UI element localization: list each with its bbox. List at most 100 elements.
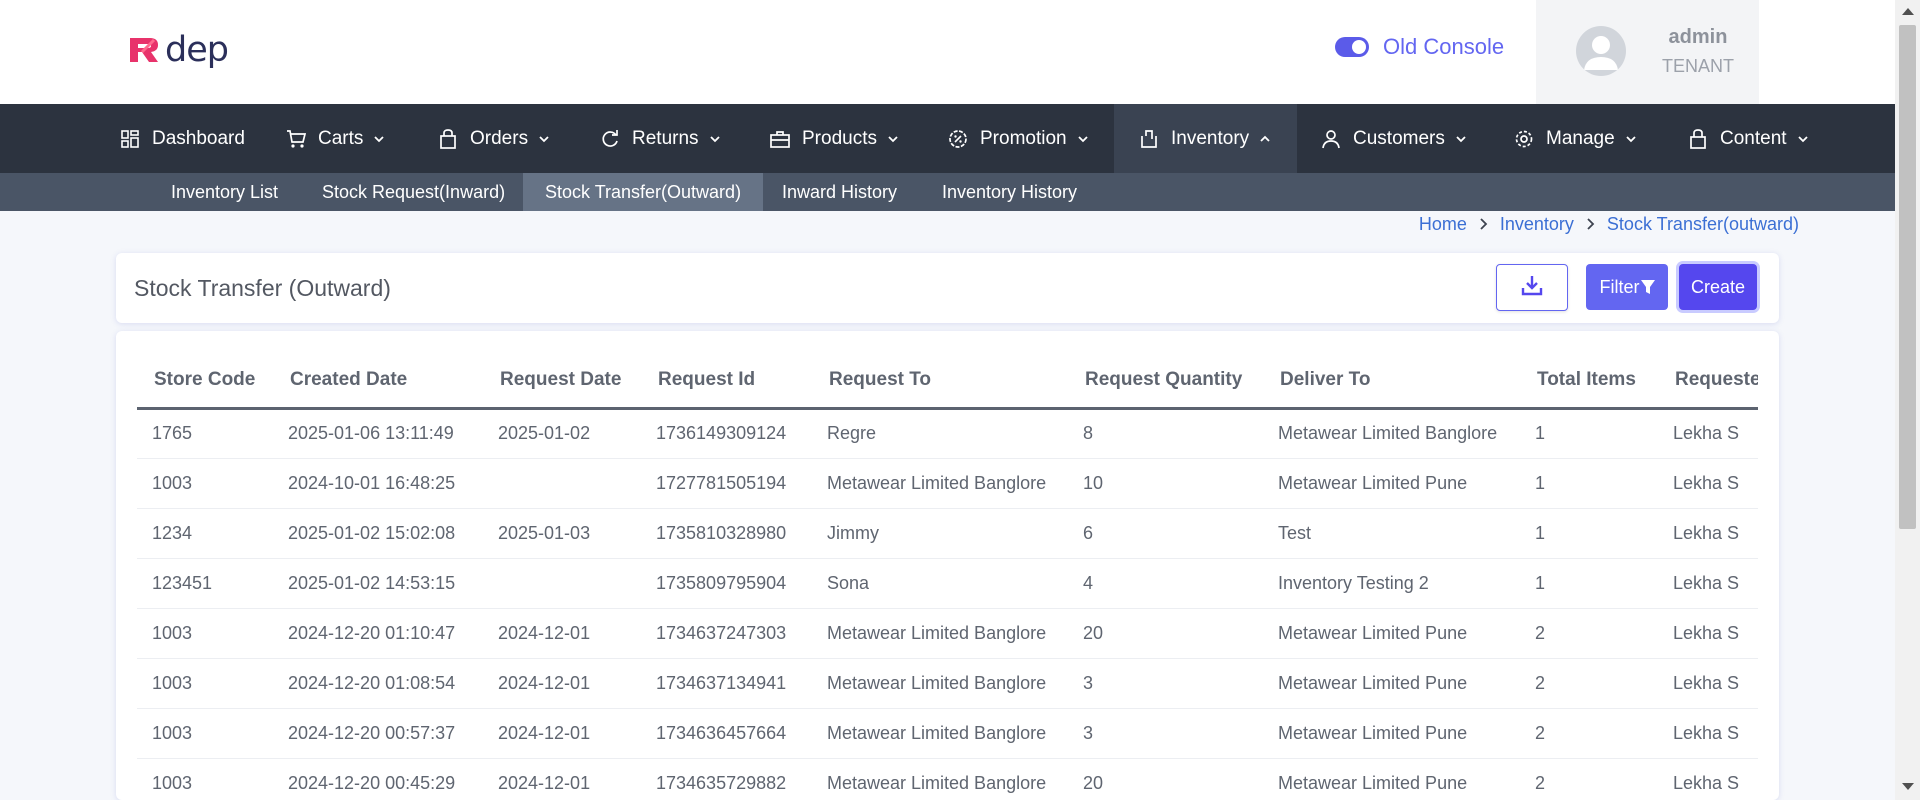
- scroll-thumb[interactable]: [1899, 25, 1916, 529]
- column-header[interactable]: Total Items: [1520, 331, 1658, 410]
- table-cell: Lekha S: [1658, 608, 1758, 659]
- old-console-toggle[interactable]: Old Console: [1335, 34, 1504, 60]
- badge-percent-icon: [948, 129, 968, 149]
- brand-logo[interactable]: dep: [128, 30, 229, 70]
- table-row[interactable]: 1003 2024-12-20 01:08:54 2024-12-01 1734637…: [137, 658, 1758, 709]
- nav-item-customers[interactable]: Customers: [1321, 104, 1467, 173]
- stock-transfer-table-card: Store Code Created Date Request Date Reques…: [116, 331, 1779, 800]
- user-menu[interactable]: admin TENANT: [1536, 0, 1759, 104]
- subnav-item-stock-request[interactable]: Stock Request(Inward): [300, 173, 527, 211]
- table-row[interactable]: 1003 2024-12-20 01:10:47 2024-12-01 1734637…: [137, 608, 1758, 659]
- table-cell: Lekha S: [1658, 508, 1758, 559]
- nav-item-dashboard[interactable]: Dashboard: [120, 104, 245, 173]
- chevron-down-icon: [1797, 133, 1809, 145]
- nav-item-carts[interactable]: Carts: [286, 104, 385, 173]
- nav-item-inventory[interactable]: Inventory: [1114, 104, 1297, 173]
- table-cell: Metawear Limited Banglore: [812, 758, 1068, 800]
- nav-item-manage[interactable]: Manage: [1514, 104, 1637, 173]
- column-header[interactable]: Deliver To: [1263, 331, 1520, 410]
- breadcrumb-home[interactable]: Home: [1419, 214, 1467, 235]
- column-header[interactable]: Request Date: [483, 331, 641, 410]
- table-cell: Inventory Testing 2: [1263, 558, 1520, 609]
- chevron-down-icon: [1077, 133, 1089, 145]
- page-header-card: Stock Transfer (Outward) Filter Create: [116, 253, 1779, 323]
- nav-item-returns[interactable]: Returns: [600, 104, 721, 173]
- table-cell: 1003: [137, 608, 273, 659]
- scroll-down-icon[interactable]: [1902, 783, 1914, 790]
- breadcrumb-current[interactable]: Stock Transfer(outward): [1607, 214, 1799, 235]
- nav-item-content[interactable]: Content: [1688, 104, 1809, 173]
- table-cell: 4: [1068, 558, 1263, 609]
- toggle-switch[interactable]: [1335, 37, 1369, 57]
- table-cell: 2: [1520, 758, 1658, 800]
- table-cell: Metawear Limited Banglore: [812, 608, 1068, 659]
- table-cell: 1734637134941: [641, 658, 812, 709]
- table-cell: 1: [1520, 408, 1658, 459]
- dashboard-icon: [120, 129, 140, 149]
- table-cell: 1003: [137, 758, 273, 800]
- table-cell: 2024-12-01: [483, 608, 641, 659]
- table-row[interactable]: 1234 2025-01-02 15:02:08 2025-01-03 1735810…: [137, 508, 1758, 559]
- refresh-icon: [600, 129, 620, 149]
- page-scrollbar[interactable]: [1895, 0, 1920, 800]
- table-row[interactable]: 123451 2025-01-02 14:53:15 1735809795904 So…: [137, 558, 1758, 609]
- create-button[interactable]: Create: [1679, 264, 1757, 310]
- table-cell: 2024-12-01: [483, 758, 641, 800]
- subnav-item-stock-transfer[interactable]: Stock Transfer(Outward): [523, 173, 764, 211]
- nav-label-returns: Returns: [632, 127, 699, 149]
- stock-transfer-table: Store Code Created Date Request Date Reques…: [137, 331, 1758, 800]
- table-row[interactable]: 1003 2024-10-01 16:48:25 1727781505194 Meta…: [137, 458, 1758, 509]
- scroll-up-icon[interactable]: [1902, 8, 1914, 15]
- table-cell: 2024-12-01: [483, 658, 641, 709]
- table-cell: 20: [1068, 608, 1263, 659]
- bag-icon: [438, 128, 458, 149]
- table-row[interactable]: 1765 2025-01-06 13:11:49 2025-01-02 1736149…: [137, 408, 1758, 459]
- table-cell: 2025-01-02: [483, 408, 641, 459]
- subnav-item-inventory-list[interactable]: Inventory List: [149, 173, 300, 211]
- table-cell: 1735809795904: [641, 558, 812, 609]
- chevron-right-icon: [1479, 217, 1488, 233]
- table-cell: 1735810328980: [641, 508, 812, 559]
- filter-button[interactable]: Filter: [1586, 264, 1668, 310]
- table-cell: 1003: [137, 658, 273, 709]
- column-header[interactable]: Request Quantity: [1068, 331, 1263, 410]
- nav-item-orders[interactable]: Orders: [438, 104, 550, 173]
- table-cell: Lekha S: [1658, 758, 1758, 800]
- table-header-row: Store Code Created Date Request Date Reques…: [137, 331, 1758, 410]
- table-row[interactable]: 1003 2024-12-20 00:45:29 2024-12-01 1734635…: [137, 758, 1758, 800]
- table-cell: 2: [1520, 708, 1658, 759]
- box-icon: [1139, 129, 1159, 149]
- table-cell: 1: [1520, 508, 1658, 559]
- table-cell: 1734635729882: [641, 758, 812, 800]
- table-cell: 1734637247303: [641, 608, 812, 659]
- nav-label-products: Products: [802, 127, 877, 149]
- breadcrumb-inventory[interactable]: Inventory: [1500, 214, 1574, 235]
- subnav-item-inventory-history[interactable]: Inventory History: [920, 173, 1099, 211]
- chevron-down-icon: [538, 133, 550, 145]
- nav-label-orders: Orders: [470, 127, 529, 149]
- nav-label-content: Content: [1720, 127, 1787, 149]
- subnav-item-inward-history[interactable]: Inward History: [760, 173, 919, 211]
- column-header[interactable]: Created Date: [273, 331, 483, 410]
- download-button[interactable]: [1496, 264, 1568, 311]
- nav-item-promotion[interactable]: Promotion: [948, 104, 1089, 173]
- table-cell: 1234: [137, 508, 273, 559]
- table-cell: Test: [1263, 508, 1520, 559]
- chevron-down-icon: [887, 133, 899, 145]
- table-cell: Lekha S: [1658, 558, 1758, 609]
- page-title: Stock Transfer (Outward): [134, 275, 391, 301]
- column-header[interactable]: Request To: [812, 331, 1068, 410]
- table-cell: Lekha S: [1658, 458, 1758, 509]
- download-icon: [1520, 273, 1544, 302]
- column-header[interactable]: Requeste: [1658, 331, 1758, 410]
- cart-icon: [286, 129, 306, 149]
- column-header[interactable]: Store Code: [137, 331, 273, 410]
- nav-label-manage: Manage: [1546, 127, 1615, 149]
- user-avatar-icon: [1584, 36, 1618, 70]
- filter-label: Filter: [1599, 276, 1640, 297]
- table-cell: 2024-12-20 00:57:37: [273, 708, 483, 759]
- column-header[interactable]: Request Id: [641, 331, 812, 410]
- table-row[interactable]: 1003 2024-12-20 00:57:37 2024-12-01 1734636…: [137, 708, 1758, 759]
- user-name: admin: [1668, 26, 1728, 48]
- nav-item-products[interactable]: Products: [770, 104, 899, 173]
